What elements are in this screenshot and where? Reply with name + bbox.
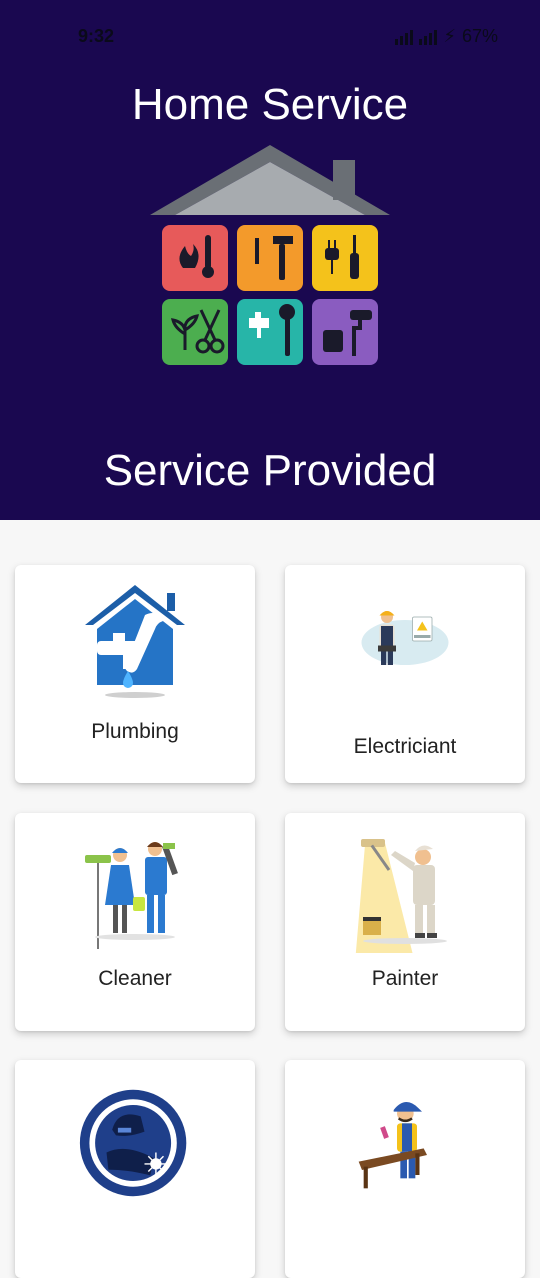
service-label: Painter: [371, 967, 439, 990]
carpenter-icon: [358, 1102, 427, 1189]
welder-icon: [79, 1089, 187, 1197]
cleaner-icon: [85, 842, 178, 949]
signal-icon: [395, 29, 414, 45]
service-card-painter[interactable]: Painter: [285, 813, 525, 1031]
service-card-cleaner[interactable]: Cleaner: [15, 813, 255, 1031]
header: 9:32 ⚡ 67% Home Service Service Provided: [0, 0, 540, 520]
service-label: Electriciant: [353, 735, 457, 758]
status-icons: ⚡ 67%: [395, 26, 498, 47]
status-bar: 9:32 ⚡ 67%: [0, 0, 540, 72]
service-card-welder[interactable]: [15, 1060, 255, 1278]
electrician-icon: [361, 611, 449, 665]
painter-icon: [355, 839, 447, 953]
status-time: 9:32: [78, 26, 115, 46]
section-title: Service Provided: [103, 446, 437, 495]
service-card-plumbing[interactable]: Plumbing: [15, 565, 255, 783]
service-card-carpenter[interactable]: [285, 1060, 525, 1278]
app-title: Home Service: [131, 80, 409, 129]
signal-icon: [419, 29, 438, 45]
service-label: Plumbing: [91, 720, 179, 743]
service-label: Cleaner: [98, 967, 172, 990]
battery-level: 67%: [461, 26, 498, 46]
charging-icon: ⚡: [443, 26, 456, 46]
service-card-electrician[interactable]: Electriciant: [285, 565, 525, 783]
plumbing-icon: [85, 585, 185, 698]
house-tools-logo: [150, 145, 390, 365]
